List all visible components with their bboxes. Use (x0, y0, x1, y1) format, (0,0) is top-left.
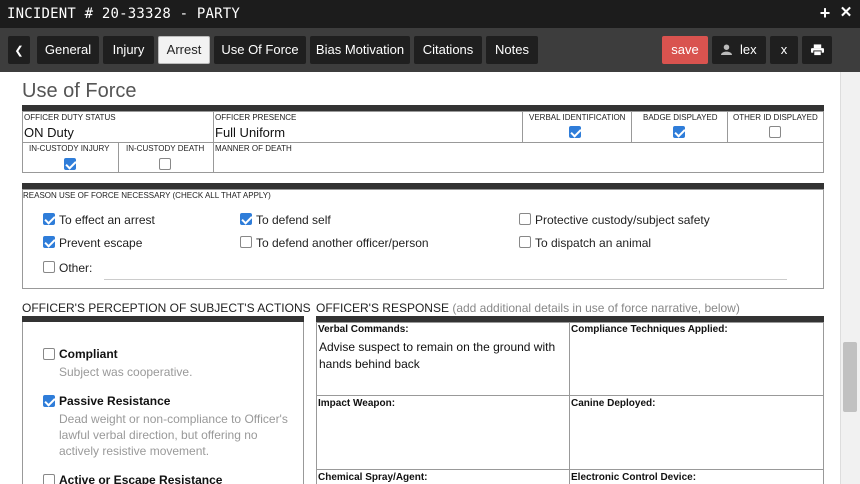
badge-label: BADGE DISPLAYED (643, 113, 718, 122)
active-resistance-title: Active or Escape Resistance (59, 473, 223, 484)
badge-checkbox[interactable] (673, 126, 685, 138)
col-divider (118, 142, 119, 173)
col-divider (631, 111, 632, 142)
response-hint: (add additional details in use of force … (452, 301, 740, 315)
section-title: Use of Force (22, 80, 137, 102)
manner-label: MANNER OF DEATH (215, 144, 292, 153)
window-titlebar: INCIDENT # 20-33328 - PARTY + ✕ (0, 0, 860, 28)
reason-other-checkbox[interactable] (43, 261, 55, 273)
reason-self-checkbox[interactable] (240, 213, 252, 225)
canine-deployed-label: Canine Deployed: (571, 398, 656, 409)
reason-escape-label: Prevent escape (59, 236, 143, 250)
passive-resistance-desc: Dead weight or non-compliance to Officer… (59, 412, 288, 458)
reason-other-person-label: To defend another officer/person (256, 236, 429, 250)
reason-self-label: To defend self (256, 213, 331, 227)
verbal-commands-label: Verbal Commands: (318, 324, 409, 335)
tab-bar: ❮ General Injury Arrest Use Of Force Bia… (0, 28, 860, 72)
row-divider (316, 469, 824, 470)
presence-label: OFFICER PRESENCE (215, 113, 297, 122)
reason-animal-checkbox[interactable] (519, 236, 531, 248)
row-divider (22, 142, 824, 143)
close-window-icon[interactable]: ✕ (836, 3, 856, 23)
tab-general[interactable]: General (37, 36, 99, 64)
col-divider (213, 142, 214, 173)
save-button[interactable]: save (662, 36, 708, 64)
col-divider (213, 111, 214, 142)
active-resistance-checkbox[interactable] (43, 474, 55, 484)
form-content: Use of Force OFFICER DUTY STATUS ON Duty… (0, 72, 840, 484)
chevron-left-icon: ❮ (14, 45, 24, 57)
reason-other-label: Other: (59, 261, 93, 275)
reason-arrest-label: To effect an arrest (59, 213, 155, 227)
verbal-commands-field[interactable]: Advise suspect to remain on the ground w… (319, 339, 565, 373)
duty-status-label: OFFICER DUTY STATUS (24, 113, 116, 122)
other-reason-input[interactable] (104, 279, 787, 280)
scrollbar-thumb[interactable] (843, 342, 857, 412)
electronic-control-label: Electronic Control Device: (571, 472, 697, 483)
reason-animal-label: To dispatch an animal (535, 236, 652, 250)
injury-label: IN-CUSTODY INJURY (29, 144, 110, 153)
tab-use-of-force[interactable]: Use Of Force (214, 36, 306, 64)
reason-custody-checkbox[interactable] (519, 213, 531, 225)
back-button[interactable]: ❮ (8, 36, 30, 64)
reason-arrest-checkbox[interactable] (43, 213, 55, 225)
tab-citations[interactable]: Citations (414, 36, 482, 64)
reason-other-person-checkbox[interactable] (240, 236, 252, 248)
reason-escape-checkbox[interactable] (43, 236, 55, 248)
impact-weapon-label: Impact Weapon: (318, 398, 396, 409)
tab-bias-motivation[interactable]: Bias Motivation (310, 36, 410, 64)
compliant-checkbox[interactable] (43, 348, 55, 360)
col-divider (727, 111, 728, 142)
compliant-desc: Subject was cooperative. (59, 365, 193, 379)
chemical-spray-label: Chemical Spray/Agent: (318, 472, 428, 483)
perception-heading: OFFICER'S PERCEPTION OF SUBJECT'S ACTION… (22, 301, 311, 315)
col-divider (569, 322, 570, 484)
compliance-techniques-field[interactable] (571, 339, 821, 393)
verbal-id-label: VERBAL IDENTIFICATION (529, 113, 626, 122)
print-button[interactable] (802, 36, 832, 64)
reason-custody-label: Protective custody/subject safety (535, 213, 710, 227)
response-heading: OFFICER'S RESPONSE (add additional detai… (316, 301, 740, 315)
printer-icon (810, 44, 824, 57)
reasons-label: REASON USE OF FORCE NECESSARY (CHECK ALL… (23, 191, 271, 200)
injury-checkbox[interactable] (64, 158, 76, 170)
window-title: INCIDENT # 20-33328 - PARTY (7, 6, 240, 22)
other-id-label: OTHER ID DISPLAYED (733, 113, 818, 122)
death-label: IN-CUSTODY DEATH (126, 144, 205, 153)
tab-injury[interactable]: Injury (103, 36, 154, 64)
scrollbar-track[interactable] (840, 72, 860, 484)
compliant-title: Compliant (59, 347, 118, 361)
close-button[interactable]: x (770, 36, 798, 64)
user-icon (721, 44, 733, 55)
response-heading-text: OFFICER'S RESPONSE (316, 301, 449, 315)
passive-resistance-checkbox[interactable] (43, 395, 55, 407)
user-name: lex (740, 42, 757, 57)
verbal-id-checkbox[interactable] (569, 126, 581, 138)
presence-field[interactable]: Full Uniform (215, 125, 285, 140)
other-id-checkbox[interactable] (769, 126, 781, 138)
duty-status-field[interactable]: ON Duty (24, 125, 74, 140)
compliance-techniques-label: Compliance Techniques Applied: (571, 324, 728, 335)
col-divider (522, 111, 523, 142)
death-checkbox[interactable] (159, 158, 171, 170)
plus-icon[interactable]: + (815, 3, 835, 23)
tab-notes[interactable]: Notes (486, 36, 538, 64)
tab-arrest[interactable]: Arrest (158, 36, 210, 64)
user-button[interactable]: lex (712, 36, 766, 64)
impact-weapon-field[interactable] (319, 413, 565, 467)
canine-deployed-field[interactable] (571, 413, 821, 467)
passive-resistance-title: Passive Resistance (59, 394, 171, 408)
row-divider (316, 395, 824, 396)
